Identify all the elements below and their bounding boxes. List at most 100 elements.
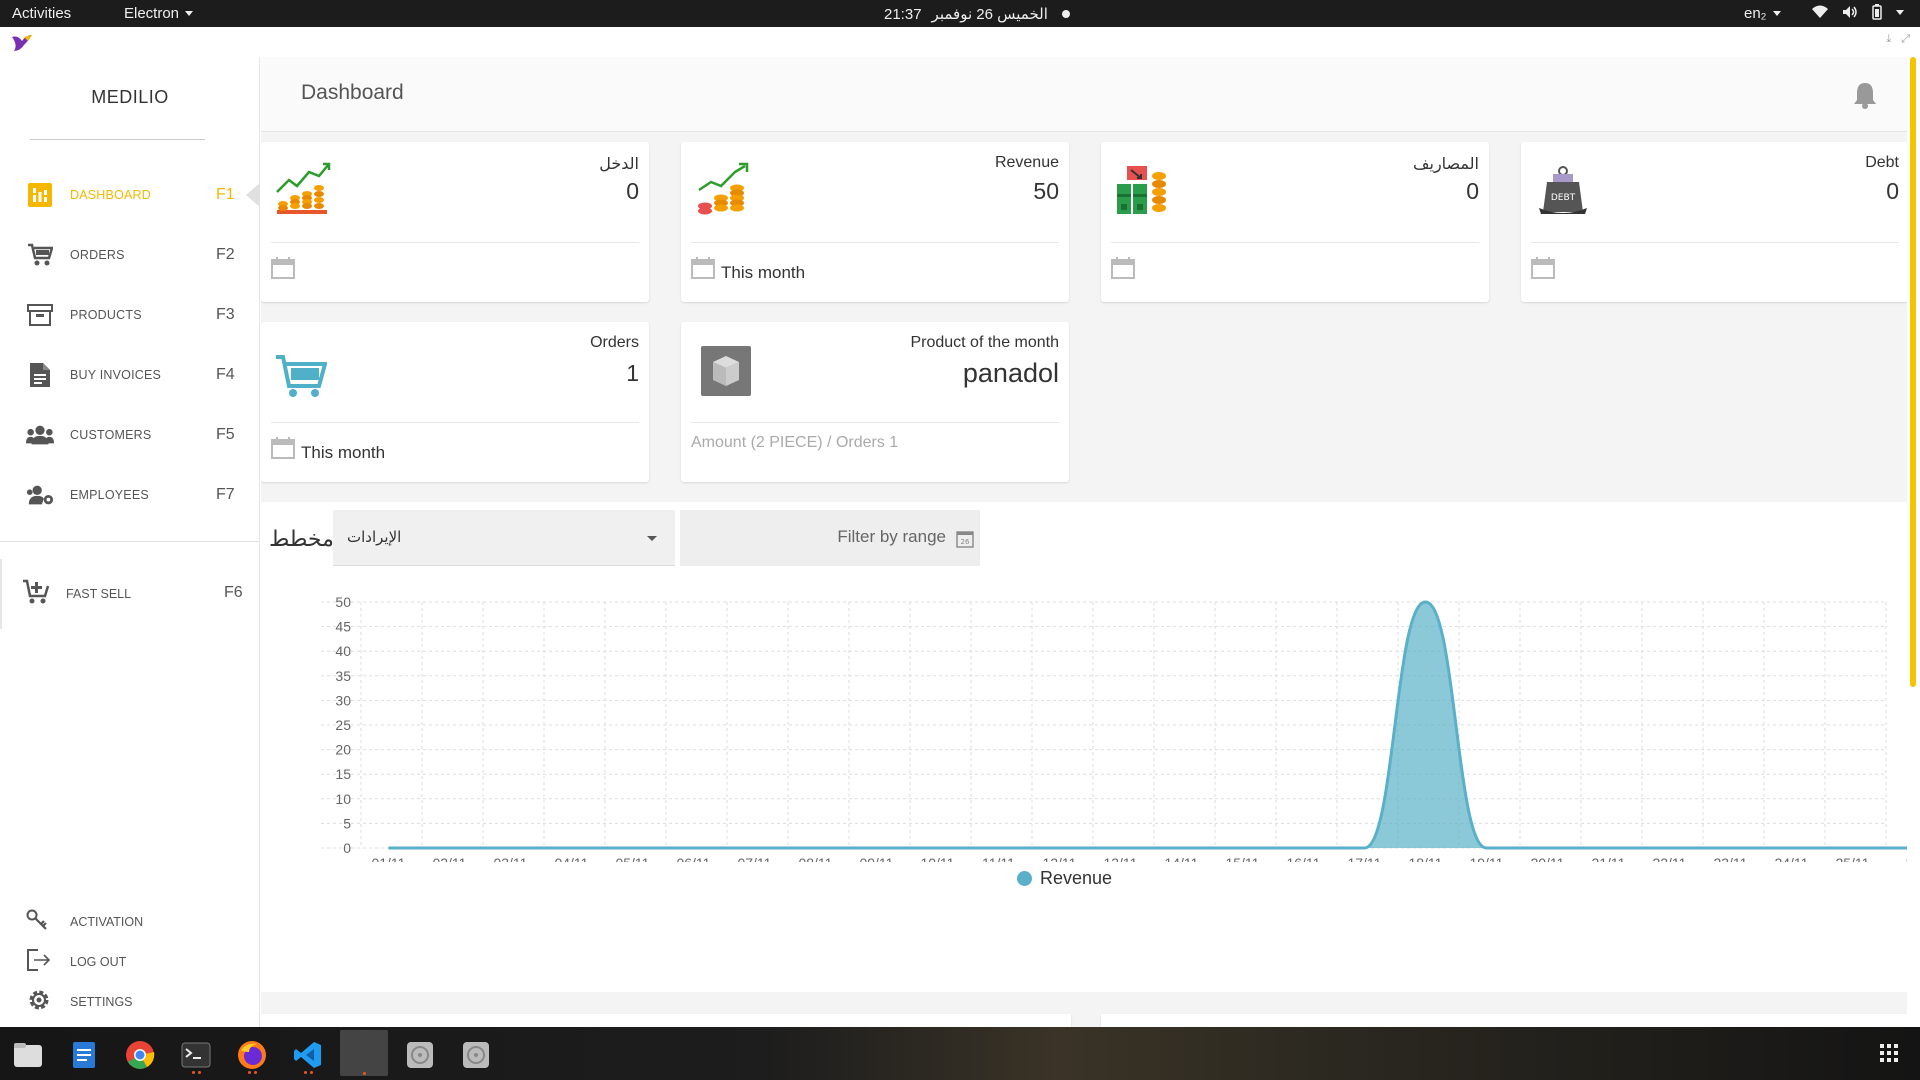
- system-top-bar: Activities Electron 21:37 الخميس 26 نوفم…: [0, 0, 1920, 27]
- income-chart-icon: [275, 162, 331, 223]
- x-tick-label: 16/11: [1286, 855, 1320, 862]
- chart-legend[interactable]: Revenue: [1017, 868, 1112, 889]
- activities-button[interactable]: Activities: [12, 5, 71, 22]
- x-tick-label: 05/11: [615, 855, 649, 862]
- taskbar-electron-app[interactable]: [340, 1030, 388, 1076]
- debt-card: DEBT Debt 0: [1521, 142, 1907, 302]
- y-tick-label: 35: [335, 668, 351, 684]
- chart-panel: مخطط الإيرادات Filter by range 26 0 5 10 15…: [261, 502, 1907, 992]
- product-of-month-card: Product of the month panadol Amount (2 P…: [681, 322, 1069, 482]
- card-footer: Amount (2 PIECE) / Orders 1: [691, 434, 899, 451]
- sidebar-item-label: DASHBOARD: [70, 188, 151, 202]
- page-title: Dashboard: [301, 81, 404, 104]
- taskbar-firefox[interactable]: [230, 1035, 274, 1075]
- x-tick-label: 04/11: [554, 855, 588, 862]
- sidebar-item-label: BUY INVOICES: [70, 368, 162, 382]
- sidebar: MEDILIO DASHBOARD F1 ORDERS F2 PRODUCTS …: [0, 57, 260, 1027]
- bell-icon[interactable]: [1853, 81, 1877, 114]
- sidebar-item-activation[interactable]: ACTIVATION: [0, 907, 260, 937]
- sidebar-item-dashboard[interactable]: DASHBOARD F1: [0, 175, 260, 215]
- x-tick-label: 02/11: [432, 855, 466, 862]
- cart-icon: [26, 241, 54, 269]
- vscode-icon: [294, 1042, 321, 1068]
- taskbar-disk[interactable]: [398, 1035, 442, 1075]
- sidebar-item-label: LOG OUT: [70, 955, 127, 969]
- x-tick-label: 20/11: [1530, 855, 1564, 862]
- taskbar-writer[interactable]: [62, 1035, 106, 1075]
- shortcut-key: F5: [216, 426, 235, 443]
- product-box-icon: [701, 346, 751, 401]
- document-icon: [73, 1042, 95, 1068]
- card-title: Revenue: [994, 154, 1059, 171]
- x-tick-label: 26: [1906, 855, 1907, 862]
- notification-dot-icon: [1061, 10, 1070, 18]
- app-menu[interactable]: Electron: [124, 5, 194, 22]
- income-card: الدخل 0: [261, 142, 649, 302]
- calendar-icon: [691, 257, 715, 284]
- calendar-icon[interactable]: 26: [956, 530, 974, 553]
- legend-swatch: [1017, 871, 1032, 886]
- sidebar-item-customers[interactable]: CUSTOMERS F5: [0, 415, 260, 455]
- chart-type-select[interactable]: الإيرادات: [333, 510, 675, 566]
- divider: [691, 422, 1059, 423]
- taskbar-vscode[interactable]: [286, 1035, 330, 1075]
- shortcut-key: F2: [216, 246, 235, 263]
- divider: [0, 541, 260, 542]
- range-filter-input[interactable]: Filter by range 26: [680, 510, 980, 566]
- y-tick-label: 50: [335, 594, 351, 610]
- main-scrollbar[interactable]: [1910, 57, 1916, 687]
- chevron-down-icon: [1896, 9, 1904, 15]
- shortcut-key: F6: [224, 584, 243, 601]
- sidebar-item-label: SETTINGS: [70, 995, 133, 1009]
- y-tick-label: 30: [335, 692, 351, 708]
- x-tick-label: 09/11: [859, 855, 893, 862]
- sidebar-item-employees[interactable]: EMPLOYEES F7: [0, 475, 260, 515]
- sidebar-item-logout[interactable]: LOG OUT: [0, 947, 260, 977]
- input-language-menu[interactable]: en₂: [1744, 5, 1781, 22]
- bottom-card-left: [261, 1014, 1071, 1027]
- app-menu-label: Electron: [124, 5, 180, 22]
- dashboard-icon: [26, 181, 54, 209]
- expenses-icon: [1115, 162, 1171, 223]
- fast-sell-button[interactable]: FAST SELL F6: [0, 559, 260, 629]
- x-tick-label: 10/11: [920, 855, 954, 862]
- debt-badge-text: DEBT: [1551, 193, 1576, 203]
- sidebar-item-buy-invoices[interactable]: BUY INVOICES F4: [0, 355, 260, 395]
- system-menu[interactable]: [1812, 4, 1904, 20]
- card-footer: This month: [301, 443, 386, 462]
- taskbar-disk-2[interactable]: [454, 1035, 498, 1075]
- bottom-card-right: [1101, 1014, 1907, 1027]
- terminal-icon: [181, 1042, 211, 1068]
- disk-icon: [463, 1042, 489, 1068]
- divider: [1531, 242, 1899, 243]
- calendar-icon: [1111, 257, 1135, 284]
- calendar-icon: [271, 437, 295, 464]
- sidebar-item-orders[interactable]: ORDERS F2: [0, 235, 260, 275]
- card-value: panadol: [962, 358, 1059, 388]
- brand-name: MEDILIO: [91, 87, 169, 107]
- sidebar-item-products[interactable]: PRODUCTS F3: [0, 295, 260, 335]
- range-placeholder: Filter by range: [837, 527, 946, 546]
- users-icon: [26, 421, 54, 449]
- sidebar-item-label: ACTIVATION: [70, 915, 144, 929]
- x-tick-label: 03/11: [493, 855, 527, 862]
- taskbar-files[interactable]: [6, 1035, 50, 1075]
- sidebar-item-settings[interactable]: SETTINGS: [0, 987, 260, 1017]
- x-tick-label: 19/11: [1469, 855, 1503, 862]
- divider: [1111, 242, 1479, 243]
- app-grid-icon[interactable]: [1880, 1044, 1898, 1062]
- cart-icon: [275, 354, 328, 403]
- sidebar-item-label: PRODUCTS: [70, 308, 142, 322]
- x-tick-label: 25/11: [1835, 855, 1869, 862]
- maximize-icon[interactable]: ⤢: [1901, 33, 1910, 46]
- card-title: الدخل: [599, 156, 639, 173]
- taskbar-terminal[interactable]: [174, 1035, 218, 1075]
- clock[interactable]: 21:37 الخميس 26 نوفمبر: [884, 5, 1070, 23]
- taskbar-chrome[interactable]: [118, 1035, 162, 1075]
- x-tick-label: 07/11: [737, 855, 771, 862]
- gear-icon: [26, 987, 52, 1018]
- x-tick-label: 13/11: [1103, 855, 1137, 862]
- minimize-icon[interactable]: ⤓: [1886, 33, 1891, 46]
- expenses-card: المصاريف 0: [1101, 142, 1489, 302]
- y-tick-label: 25: [335, 717, 351, 733]
